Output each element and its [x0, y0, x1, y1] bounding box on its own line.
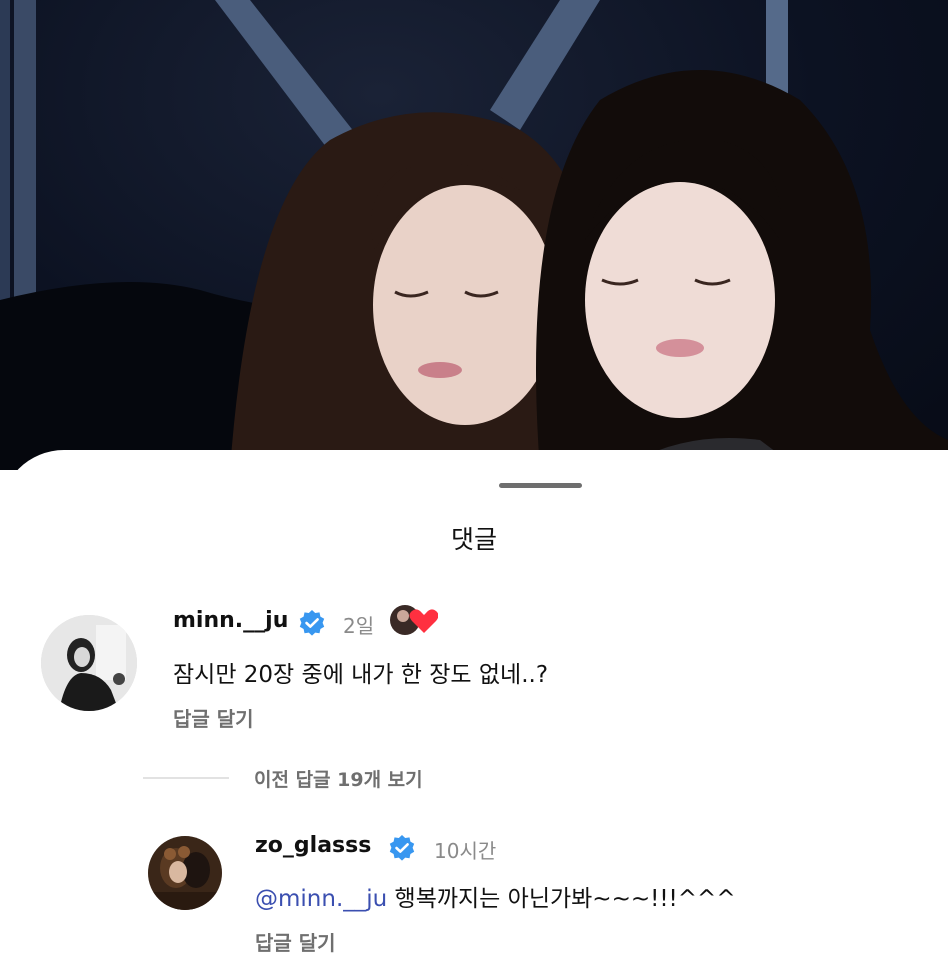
avatar[interactable] [41, 615, 137, 711]
reply-text: @minn.__ju 행복까지는 아닌가봐~~~!!!^^^ [255, 879, 736, 913]
author-liked-heart-icon [390, 605, 438, 635]
mention-link[interactable]: @minn.__ju [255, 886, 387, 912]
post-photo-background [0, 0, 948, 470]
comments-sheet: 댓글 minn.__ju 2일 잠시만 20장 중에 내가 한 장도 없네..?… [0, 450, 948, 978]
sheet-title: 댓글 [450, 525, 497, 554]
reply-button[interactable]: 답글 달기 [173, 703, 254, 732]
reply-text-body: 행복까지는 아닌가봐~~~!!!^^^ [387, 886, 736, 912]
verified-badge-icon [389, 835, 415, 861]
avatar[interactable] [148, 836, 222, 910]
reply-timestamp: 10시간 [434, 839, 497, 863]
comment-text: 잠시만 20장 중에 내가 한 장도 없네..? [173, 662, 549, 688]
reply-username[interactable]: zo_glasss [255, 833, 371, 858]
replies-divider [143, 777, 229, 779]
comment-timestamp: 2일 [343, 614, 375, 638]
comment-username[interactable]: minn.__ju [173, 608, 288, 633]
view-previous-replies-button[interactable]: 이전 답글 19개 보기 [254, 765, 423, 792]
reply-button[interactable]: 답글 달기 [255, 927, 336, 956]
sheet-drag-handle[interactable] [499, 483, 582, 488]
verified-badge-icon [299, 610, 325, 636]
